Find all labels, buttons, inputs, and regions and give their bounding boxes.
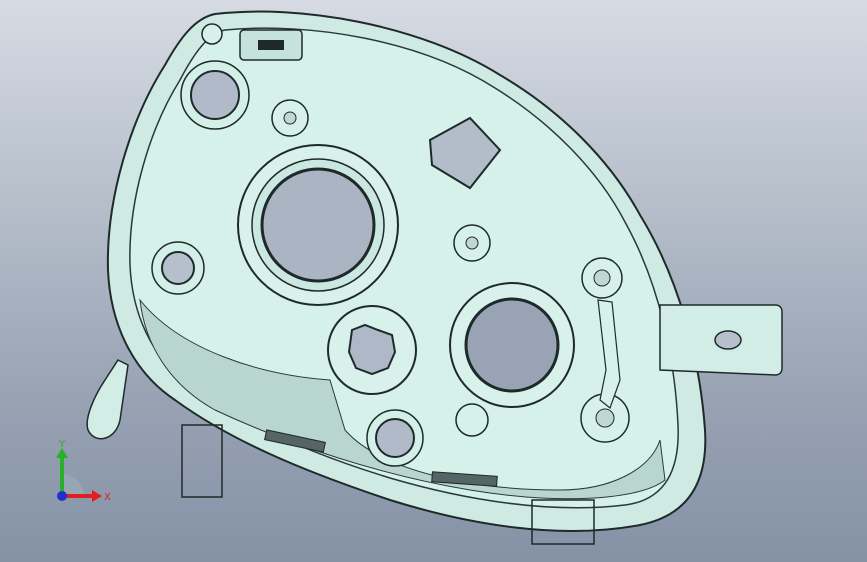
headlamp-housing-model[interactable] [0, 0, 867, 562]
x-axis-label: X [104, 492, 111, 503]
boss-right-upper-center [593, 269, 611, 287]
z-axis-dot [57, 491, 67, 501]
right-tab-hole[interactable] [714, 330, 742, 350]
bottom-left-clip[interactable] [181, 424, 223, 498]
upper-left-hole[interactable] [190, 70, 240, 120]
boss-upper-center [283, 111, 297, 125]
coordinate-triad: Y X [56, 439, 111, 503]
boss-right-lower-center [595, 408, 615, 428]
main-bulb-hole[interactable] [260, 167, 376, 283]
boss-lower[interactable] [455, 403, 489, 437]
left-mid-hole[interactable] [161, 251, 195, 285]
x-axis-arrow [92, 490, 102, 502]
top-left-boss[interactable] [201, 23, 223, 45]
boss-middle-center [465, 236, 479, 250]
y-axis-label: Y [58, 439, 66, 450]
graphics-viewport[interactable]: Y X [0, 0, 867, 562]
left-mounting-bracket[interactable] [86, 359, 129, 440]
secondary-bulb-hole[interactable] [464, 297, 560, 393]
top-connector-slot [258, 40, 284, 50]
bottom-hole[interactable] [375, 418, 415, 458]
